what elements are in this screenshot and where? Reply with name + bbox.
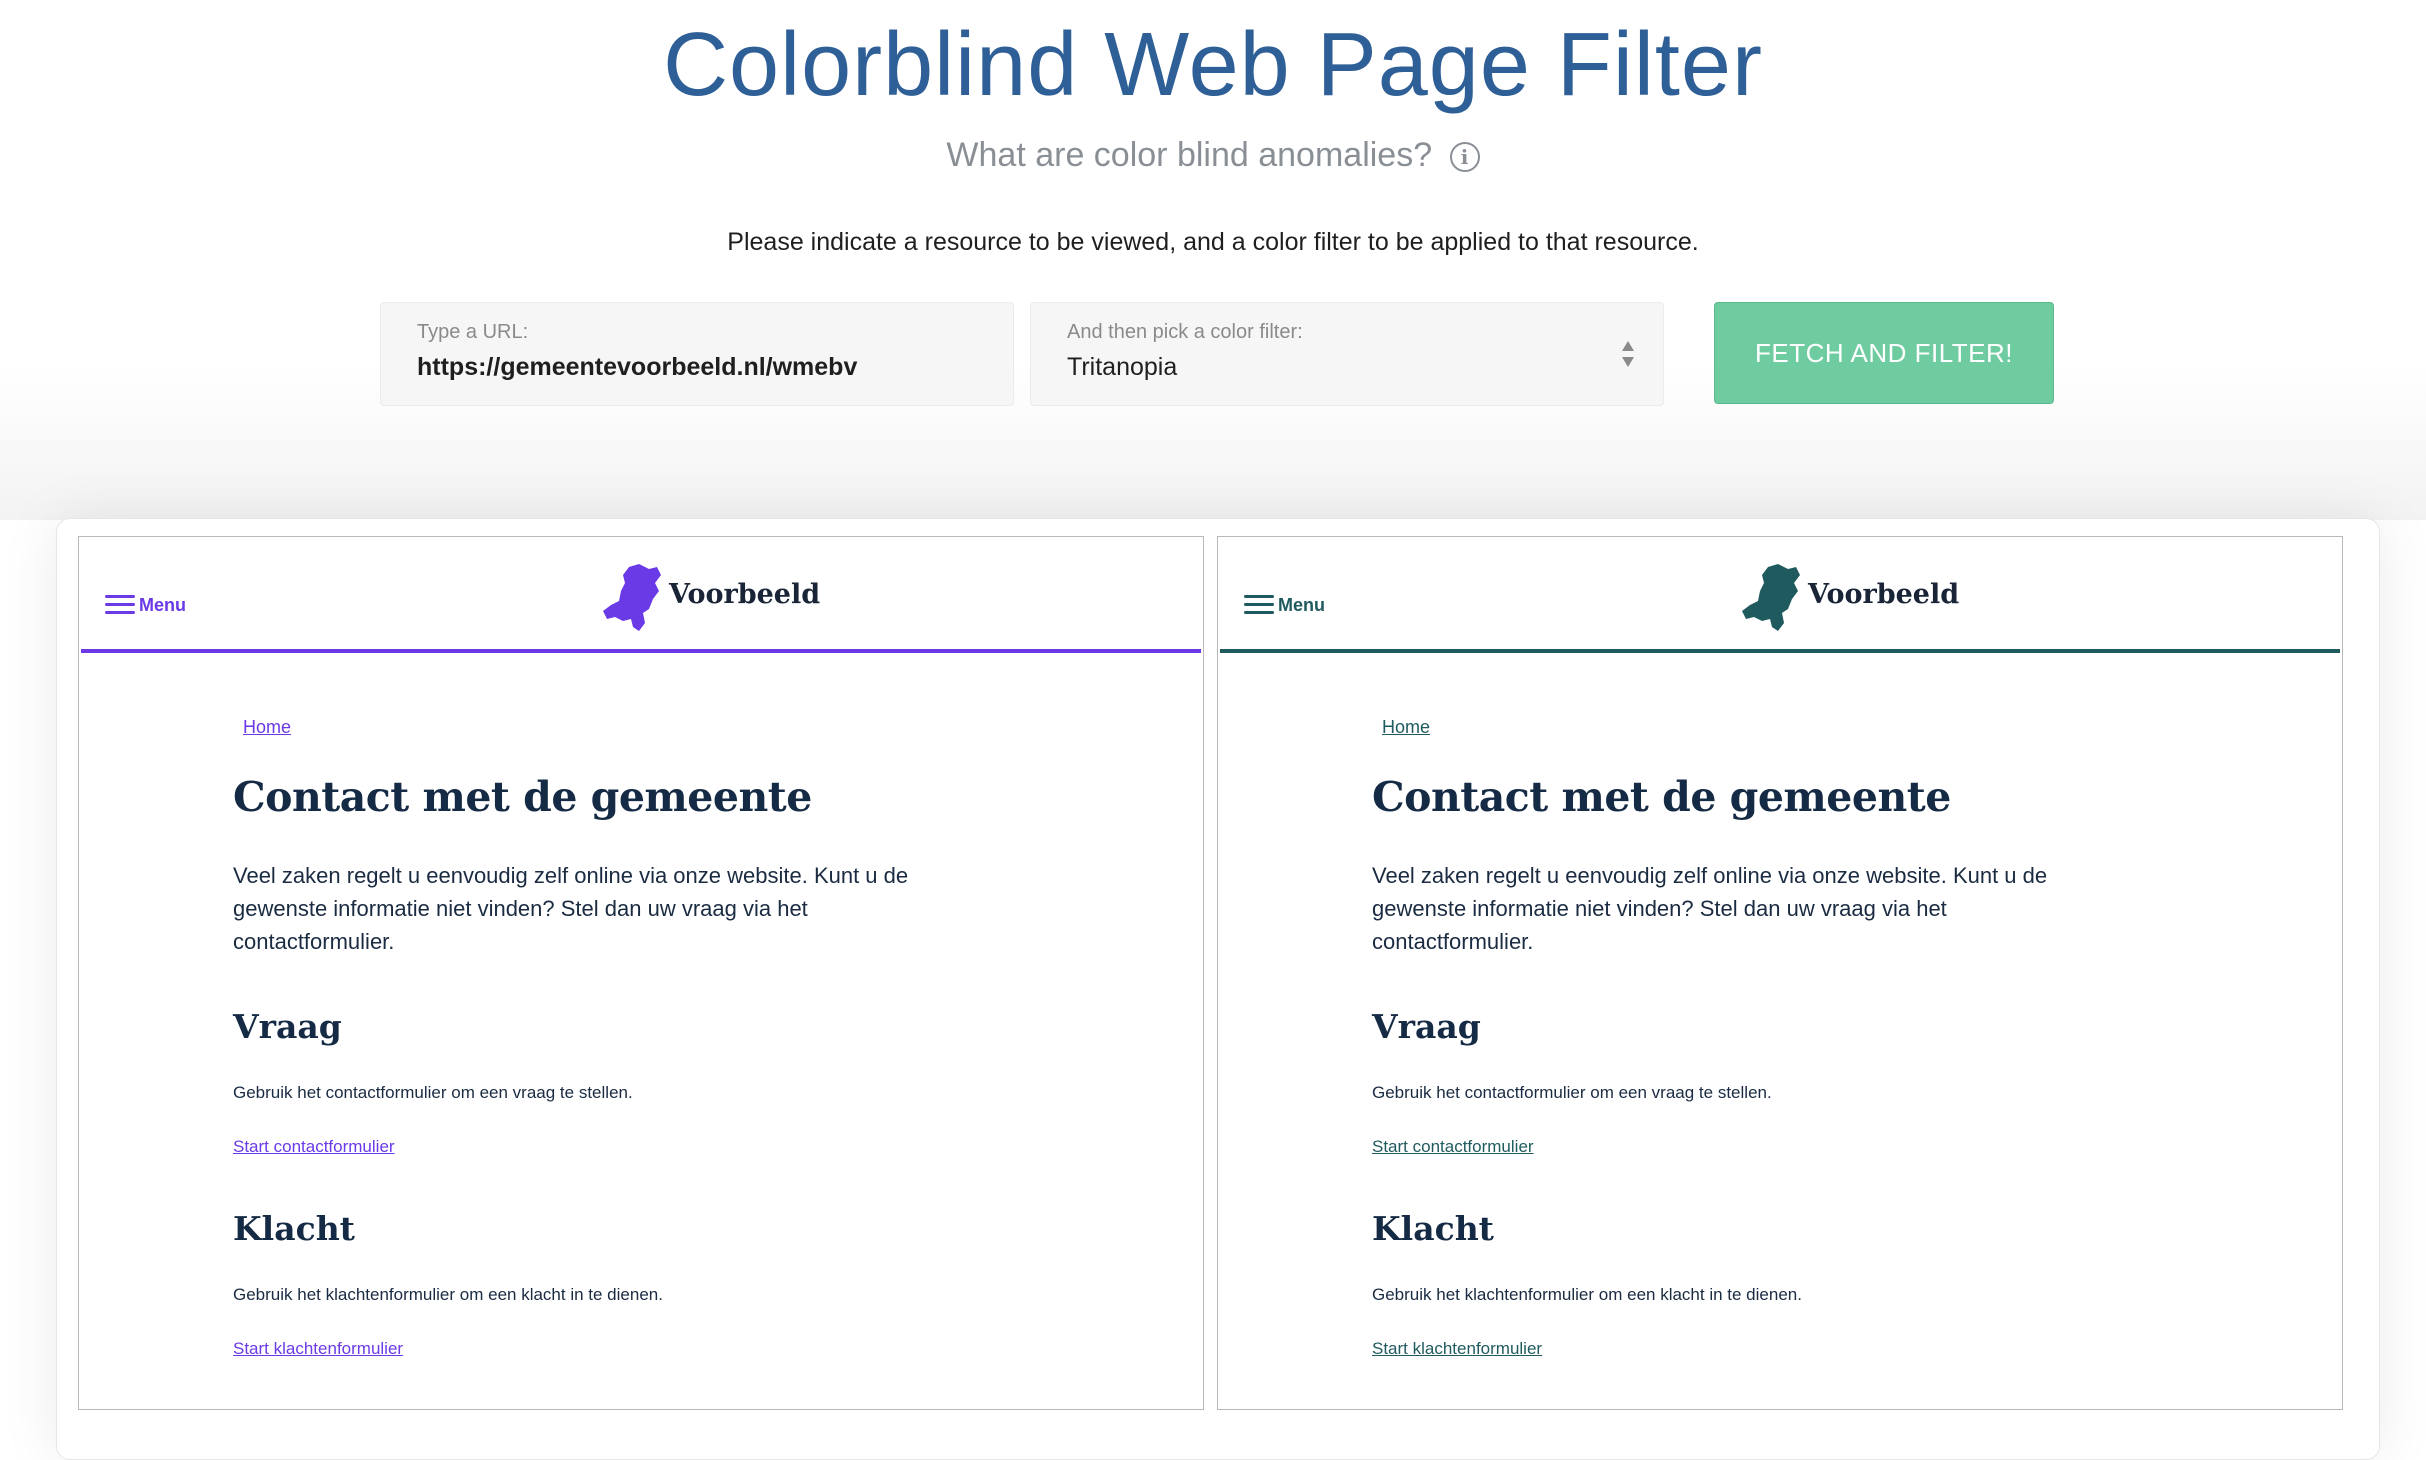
start-contactformulier-link[interactable]: Start contactformulier: [233, 1137, 395, 1157]
anomalies-link[interactable]: What are color blind anomalies? i: [0, 136, 2426, 175]
preview-intro: Veel zaken regelt u eenvoudig zelf onlin…: [233, 863, 909, 954]
filter-value[interactable]: Tritanopia: [1067, 353, 1177, 382]
section-text: Gebruik het contactformulier om een vraa…: [1372, 1083, 1772, 1102]
original-preview[interactable]: Menu Voorbeeld Home Contact met de gemee…: [78, 536, 1204, 1410]
filtered-preview[interactable]: Menu Voorbeeld Home Contact met de gemee…: [1217, 536, 2343, 1410]
filter-label: And then pick a color filter:: [1067, 321, 1303, 343]
menu-label[interactable]: Menu: [1278, 595, 1325, 616]
select-arrows-icon[interactable]: [1621, 339, 1635, 369]
section-title: Vraag: [1372, 1007, 1481, 1046]
preview-heading: Contact met de gemeente: [233, 773, 812, 821]
anomalies-link-text[interactable]: What are color blind anomalies?: [946, 136, 1432, 174]
fetch-and-filter-button[interactable]: FETCH AND FILTER!: [1714, 302, 2054, 404]
start-klachtenformulier-link[interactable]: Start klachtenformulier: [233, 1339, 403, 1359]
preview-heading: Contact met de gemeente: [1372, 773, 1951, 821]
hamburger-icon[interactable]: [105, 595, 135, 615]
brand-name[interactable]: Voorbeeld: [1808, 579, 1959, 610]
preview-header: Menu Voorbeeld: [1218, 537, 2342, 653]
header-rule: [1220, 649, 2340, 653]
section-text: Gebruik het klachtenformulier om een kla…: [233, 1285, 663, 1304]
section-title: Vraag: [233, 1007, 342, 1046]
netherlands-map-logo: [603, 564, 661, 631]
page-title: Colorblind Web Page Filter: [663, 15, 1763, 115]
info-icon[interactable]: i: [1449, 142, 1480, 173]
preview-intro: Veel zaken regelt u eenvoudig zelf onlin…: [1372, 863, 2048, 954]
breadcrumb-home[interactable]: Home: [243, 717, 291, 738]
instruction-text: Please indicate a resource to be viewed,…: [727, 228, 1699, 256]
section-title: Klacht: [1372, 1209, 1494, 1248]
brand-name[interactable]: Voorbeeld: [669, 579, 820, 610]
start-contactformulier-link[interactable]: Start contactformulier: [1372, 1137, 1534, 1157]
hamburger-icon[interactable]: [1244, 595, 1274, 615]
menu-label[interactable]: Menu: [139, 595, 186, 616]
url-label: Type a URL:: [417, 321, 529, 343]
url-input[interactable]: https://gemeentevoorbeeld.nl/wmebv: [417, 353, 857, 382]
start-klachtenformulier-link[interactable]: Start klachtenformulier: [1372, 1339, 1542, 1359]
header-rule: [81, 649, 1201, 653]
section-text: Gebruik het contactformulier om een vraa…: [233, 1083, 633, 1102]
section-title: Klacht: [233, 1209, 355, 1248]
breadcrumb-home[interactable]: Home: [1382, 717, 1430, 738]
filter-select[interactable]: And then pick a color filter: Tritanopia: [1030, 302, 1664, 406]
url-field[interactable]: Type a URL: https://gemeentevoorbeeld.nl…: [380, 302, 1014, 406]
netherlands-map-logo: [1742, 564, 1800, 631]
preview-header: Menu Voorbeeld: [79, 537, 1203, 653]
section-text: Gebruik het klachtenformulier om een kla…: [1372, 1285, 1802, 1304]
